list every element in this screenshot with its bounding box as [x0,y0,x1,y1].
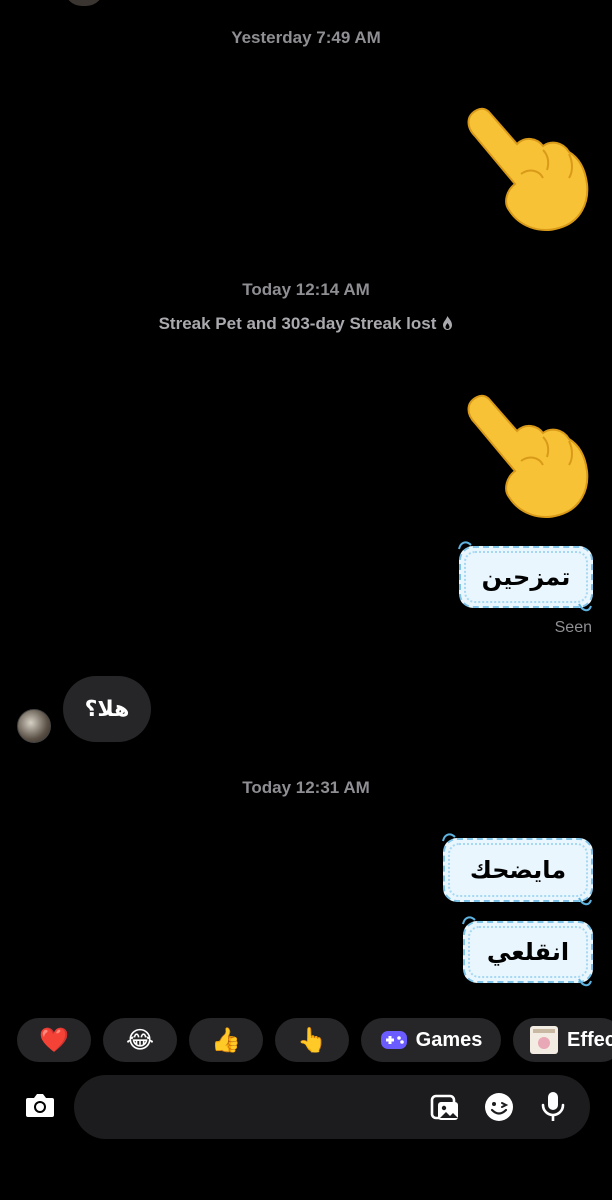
pointing-hand-icon: 👆 [297,1026,327,1054]
gallery-icon[interactable] [428,1090,462,1124]
bubble-decoration [458,541,472,550]
message-text: مايضحك [469,856,567,884]
gamepad-icon [380,1031,407,1049]
avatar[interactable] [17,709,51,743]
bubble-decoration [578,897,592,906]
effects-label: Effec [567,1028,612,1051]
thumbs-up-icon: 👍 [211,1026,241,1054]
pointing-hand-emoji[interactable] [455,385,595,530]
quick-reaction-thumbs-up[interactable]: 👍 [189,1018,263,1062]
timestamp-today-1214: Today 12:14 AM [242,280,370,299]
camera-icon[interactable] [22,1087,58,1123]
sticker-icon[interactable] [482,1090,516,1124]
pointing-hand-emoji[interactable] [455,98,595,243]
quick-reaction-laugh[interactable]: 😂 [103,1018,177,1062]
flame-icon [443,316,453,330]
effects-thumbnail-icon [530,1026,558,1054]
timestamp-today-1231: Today 12:31 AM [242,778,370,797]
message-input-container[interactable] [74,1075,590,1139]
message-input[interactable] [94,1089,414,1125]
message-text: انقلعي [486,938,570,966]
quick-reaction-point[interactable]: 👆 [275,1018,349,1062]
games-button[interactable]: Games [361,1018,501,1062]
timestamp-yesterday: Yesterday 7:49 AM [231,28,381,47]
effects-button[interactable]: Effec [513,1018,612,1062]
sent-message-bubble[interactable]: انقلعي [462,916,593,987]
heart-icon: ❤️ [39,1026,69,1054]
received-message-bubble[interactable]: هلا؟ [63,676,151,742]
previous-avatar [64,0,104,6]
laughing-face-icon: 😂 [125,1026,155,1054]
bubble-decoration [442,833,456,842]
streak-system-message: Streak Pet and 303-day Streak lost [0,314,612,334]
bubble-decoration [578,603,592,612]
microphone-icon[interactable] [536,1089,570,1123]
message-text: هلا؟ [84,696,130,722]
games-label: Games [415,1028,483,1051]
streak-lost-text: Streak Pet and 303-day Streak lost [158,314,437,333]
seen-status: Seen [554,619,592,636]
sent-message-bubble[interactable]: مايضحك [442,833,593,906]
message-text: تمزحين [481,563,571,591]
sent-message-bubble[interactable]: تمزحين [458,541,593,612]
bubble-decoration [578,978,592,987]
quick-reaction-heart[interactable]: ❤️ [17,1018,91,1062]
bubble-decoration [462,916,476,925]
